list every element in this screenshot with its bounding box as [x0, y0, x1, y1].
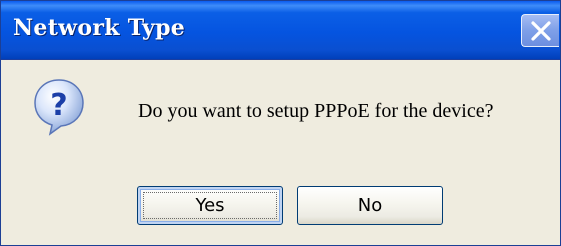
yes-button[interactable]: Yes: [137, 186, 283, 225]
close-button[interactable]: [521, 14, 559, 47]
svg-text:?: ?: [50, 88, 67, 123]
dialog-message: Do you want to setup PPPoE for the devic…: [138, 100, 494, 122]
window-title: Network Type: [13, 15, 186, 41]
yes-button-label: Yes: [195, 195, 225, 216]
dialog-body: ? Do you want to setup PPPoE for the dev…: [1, 60, 560, 245]
no-button[interactable]: No: [297, 186, 443, 225]
no-button-label: No: [357, 195, 383, 216]
network-type-dialog: Network Type ? Do you want to setup PPPo…: [0, 0, 561, 246]
title-bar[interactable]: Network Type: [1, 1, 560, 60]
close-icon: [531, 21, 551, 41]
question-icon: ?: [34, 79, 84, 136]
